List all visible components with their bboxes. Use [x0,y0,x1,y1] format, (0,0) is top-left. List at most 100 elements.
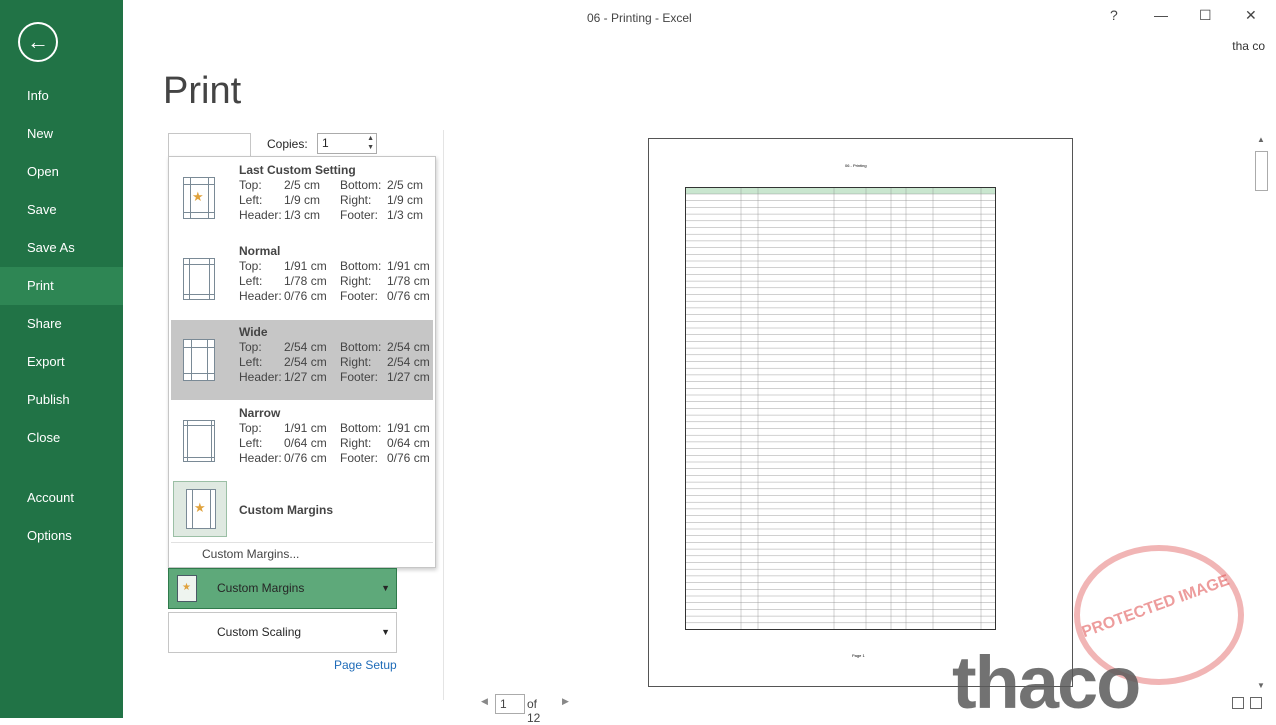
scroll-down-icon[interactable]: ▼ [1257,681,1265,690]
nav-account[interactable]: Account [0,479,123,517]
margin-option-last-custom[interactable]: ★ Last Custom Setting Top: 2/5 cm Bottom… [171,158,433,238]
nav-open[interactable]: Open [0,153,123,191]
previous-page-icon[interactable]: ◀ [481,696,488,707]
value-right: 2/54 cm [387,355,430,369]
value-bottom: 2/5 cm [387,178,424,192]
print-preview-page: 06 - Printing Page 1 [648,138,1073,687]
value-top: 2/5 cm [284,178,321,192]
nav-info[interactable]: Info [0,77,123,115]
value-top: 2/54 cm [284,340,327,354]
watermark-suffix: ir [1212,680,1225,700]
minimize-icon[interactable]: — [1154,7,1168,23]
window-title: 06 - Printing - Excel [587,11,692,25]
scroll-thumb[interactable] [1255,151,1268,191]
scroll-up-icon[interactable]: ▲ [1257,135,1265,144]
print-button[interactable] [168,133,251,158]
value-header: 0/76 cm [284,451,327,465]
margin-option-custom[interactable]: ★ Custom Margins [171,481,433,541]
margin-option-wide[interactable]: Wide Top: 2/54 cm Bottom: 2/54 cm Left: … [171,320,433,400]
value-left: 1/78 cm [284,274,327,288]
value-right: 1/78 cm [387,274,430,288]
margin-option-narrow[interactable]: Narrow Top: 1/91 cm Bottom: 1/91 cm Left… [171,401,433,481]
custom-margins-star-icon: ★ [177,575,197,602]
value-right: 0/64 cm [387,436,430,450]
nav-new[interactable]: New [0,115,123,153]
nav-share[interactable]: Share [0,305,123,343]
label-header: Header: [239,370,282,384]
label-left: Left: [239,436,263,450]
nav-export[interactable]: Export [0,343,123,381]
copies-stepper[interactable]: 1 ▲ ▼ [317,133,377,154]
close-window-icon[interactable]: ✕ [1245,7,1257,24]
label-top: Top: [239,178,262,192]
next-page-icon[interactable]: ▶ [562,696,569,707]
wide-margins-icon [183,339,215,381]
margins-setting-dropdown[interactable]: ★ Custom Margins ▼ [168,568,397,609]
preview-page-footer: Page 1 [852,653,865,658]
scaling-setting-dropdown[interactable]: Custom Scaling ▼ [168,612,397,653]
label-top: Top: [239,259,262,273]
nav-publish[interactable]: Publish [0,381,123,419]
option-name: Wide [239,325,268,339]
label-right: Right: [340,274,372,288]
preview-table [685,187,996,630]
normal-margins-icon [183,258,215,300]
maximize-icon[interactable]: ☐ [1199,7,1212,24]
value-right: 1/9 cm [387,193,424,207]
page-count: of 12 [527,697,541,725]
value-header: 0/76 cm [284,289,327,303]
label-header: Header: [239,289,282,303]
zoom-to-page-icon[interactable] [1250,697,1262,709]
label-footer: Footer: [340,208,379,222]
label-right: Right: [340,436,372,450]
value-header: 1/3 cm [284,208,321,222]
nav-print[interactable]: Print [0,267,123,305]
spin-down-icon[interactable]: ▼ [367,144,374,151]
custom-margins-link[interactable]: Custom Margins... [202,547,299,561]
value-header: 1/27 cm [284,370,327,384]
label-left: Left: [239,274,263,288]
option-name: Last Custom Setting [239,163,356,177]
preview-sheet-title: 06 - Printing [845,163,867,168]
panel-divider [443,130,444,700]
page-setup-link[interactable]: Page Setup [334,658,397,672]
vertical-scrollbar[interactable]: ▲ ▼ [1255,135,1269,690]
label-bottom: Bottom: [340,421,382,435]
narrow-margins-icon [183,420,215,462]
nav-save[interactable]: Save [0,191,123,229]
label-right: Right: [340,193,372,207]
value-top: 1/91 cm [284,259,327,273]
custom-margins-star-icon: ★ [183,177,215,219]
nav-options[interactable]: Options [0,517,123,555]
margins-setting-label: Custom Margins [217,581,305,595]
label-left: Left: [239,193,263,207]
label-footer: Footer: [340,289,379,303]
spin-up-icon[interactable]: ▲ [367,135,374,142]
option-name: Normal [239,244,281,258]
label-footer: Footer: [340,370,379,384]
nav-close[interactable]: Close [0,419,123,457]
margins-dropdown-menu: ★ Last Custom Setting Top: 2/5 cm Bottom… [168,156,436,568]
value-bottom: 2/54 cm [387,340,430,354]
label-header: Header: [239,208,282,222]
help-icon[interactable]: ? [1110,7,1118,23]
show-margins-icon[interactable] [1232,697,1244,709]
value-footer: 0/76 cm [387,289,430,303]
custom-margins-star-icon: ★ [173,481,227,537]
scaling-setting-label: Custom Scaling [217,625,302,639]
label-right: Right: [340,355,372,369]
page-title: Print [163,70,242,112]
value-footer: 0/76 cm [387,451,430,465]
value-footer: 1/3 cm [387,208,424,222]
current-page-input[interactable]: 1 [495,694,525,714]
label-header: Header: [239,451,282,465]
custom-margins-label: Custom Margins [239,503,334,517]
user-account-name[interactable]: tha co [1232,39,1265,53]
preview-table-lines [686,188,995,629]
margin-option-normal[interactable]: Normal Top: 1/91 cm Bottom: 1/91 cm Left… [171,239,433,319]
copies-label: Copies: [267,137,308,151]
nav-save-as[interactable]: Save As [0,229,123,267]
watermark-logo: thaco [952,641,1141,724]
back-arrow-icon[interactable]: ← [18,22,58,62]
option-name: Narrow [239,406,281,420]
